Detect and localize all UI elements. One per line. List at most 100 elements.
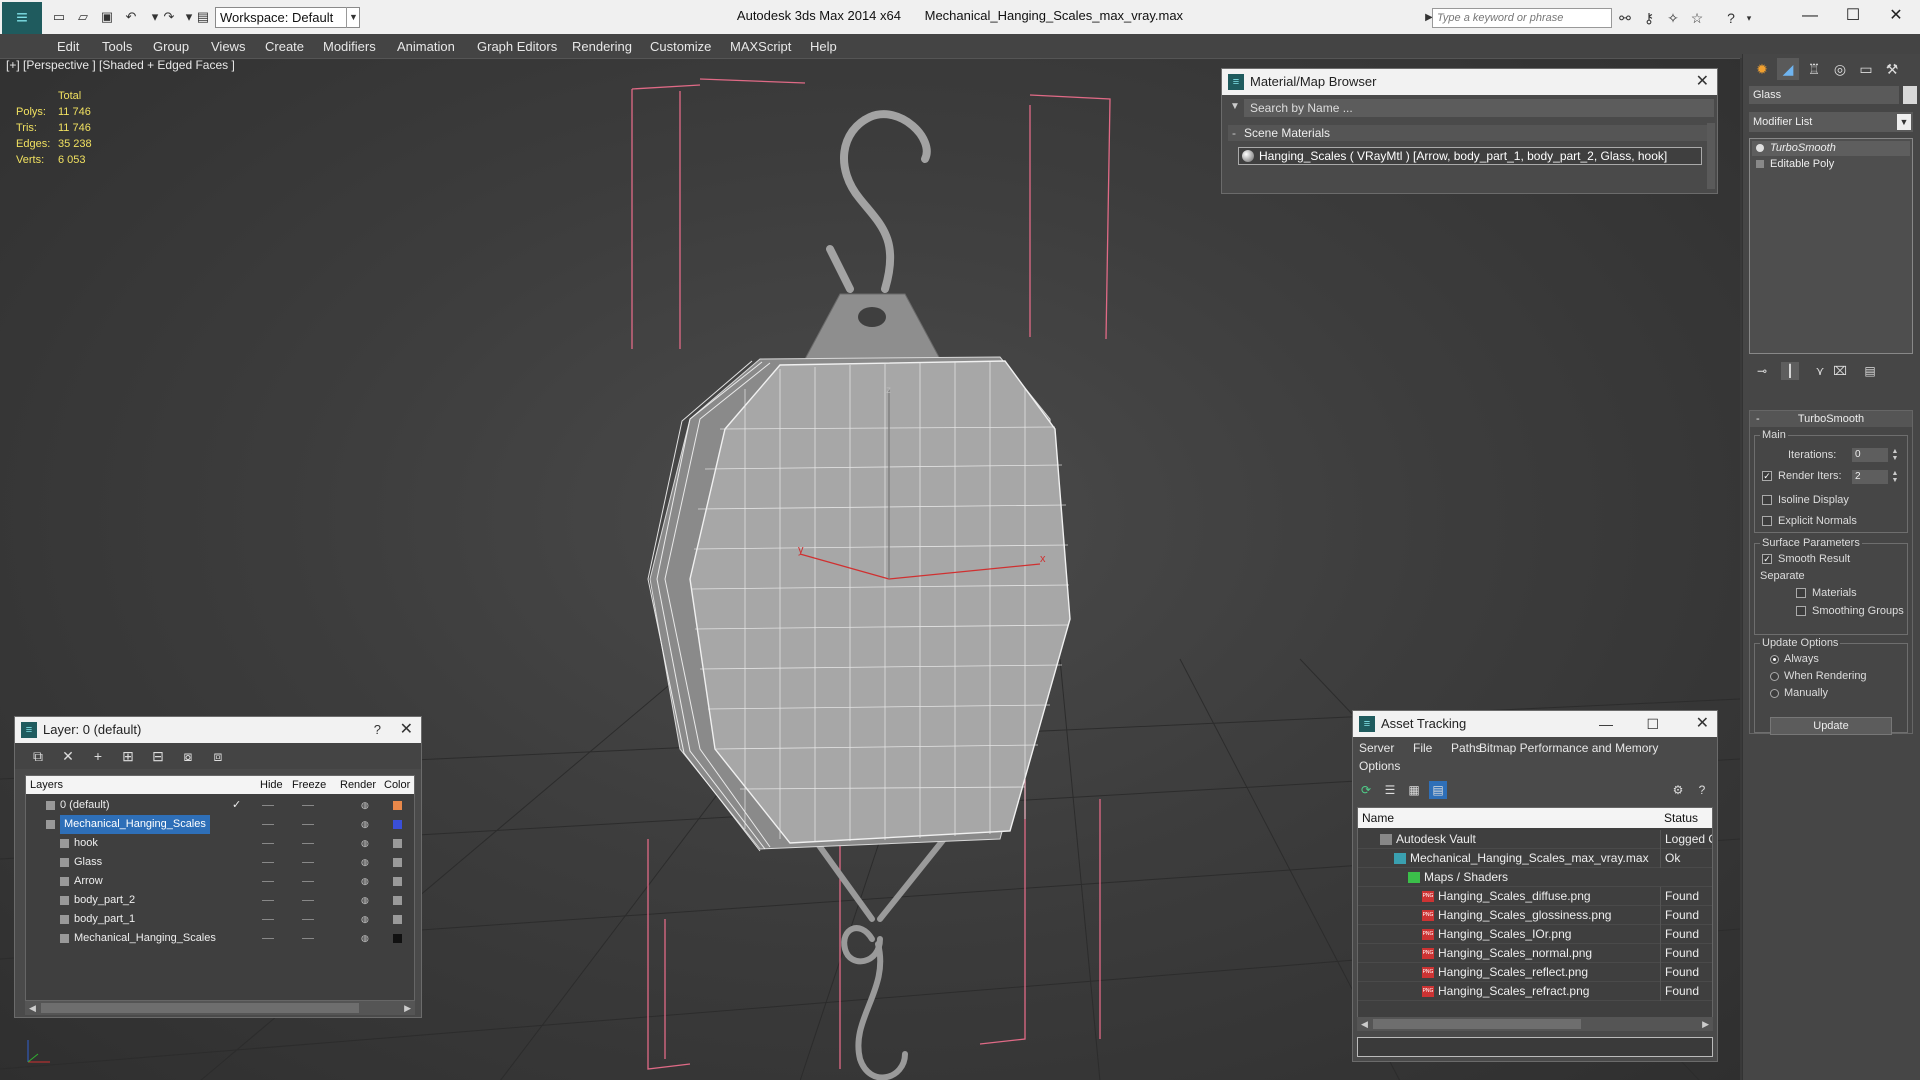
chevron-down-icon[interactable]: ▼ — [1897, 114, 1911, 130]
close-icon[interactable]: ✕ — [1696, 711, 1709, 737]
render-iters-checkbox[interactable]: ✓ — [1762, 471, 1772, 481]
table-view-icon[interactable]: ▤ — [1429, 781, 1447, 799]
freeze-toggle[interactable] — [302, 938, 314, 939]
layer-row[interactable]: Mechanical_Hanging_Scales ◍ — [26, 929, 414, 948]
help-icon[interactable]: ? — [374, 717, 381, 743]
render-teapot-icon[interactable]: ◍ — [361, 896, 371, 905]
asset-menu-server[interactable]: Server — [1359, 741, 1394, 755]
asset-row[interactable]: Autodesk Vault Logged O — [1358, 830, 1712, 849]
hide-toggle[interactable] — [262, 824, 274, 825]
motion-tab-icon[interactable]: ◎ — [1829, 58, 1851, 80]
scroll-right-icon[interactable]: ▶ — [404, 1001, 411, 1015]
undo-icon[interactable]: ↶ — [122, 8, 140, 26]
stack-item-editable-poly[interactable]: Editable Poly — [1752, 157, 1910, 172]
layer-color-swatch[interactable] — [393, 934, 402, 943]
material-search-input[interactable]: Search by Name ... — [1244, 99, 1714, 117]
menu-rendering[interactable]: Rendering — [572, 39, 632, 54]
delete-icon[interactable]: ✕ — [59, 747, 77, 765]
layer-row[interactable]: Mechanical_Hanging_Scales ◍ — [26, 815, 414, 834]
select-objects-icon[interactable]: ⊟ — [149, 747, 167, 765]
communication-icon[interactable]: ✧ — [1664, 9, 1682, 27]
asset-tracking-title[interactable]: ≡ Asset Tracking — ☐ ✕ — [1353, 711, 1717, 737]
asset-menu-paths[interactable]: Paths — [1451, 741, 1482, 755]
asset-row[interactable]: Maps / Shaders — [1358, 868, 1712, 887]
menu-animation[interactable]: Animation — [397, 39, 455, 54]
layer-color-swatch[interactable] — [393, 858, 402, 867]
layer-row[interactable]: body_part_2 ◍ — [26, 891, 414, 910]
list-view-icon[interactable]: ☰ — [1381, 781, 1399, 799]
maximize-icon[interactable]: ☐ — [1646, 711, 1659, 737]
layer-color-swatch[interactable] — [393, 839, 402, 848]
asset-row[interactable]: PNG Hanging_Scales_normal.png Found — [1358, 944, 1712, 963]
menu-customize[interactable]: Customize — [650, 39, 711, 54]
redo-icon[interactable]: ↷ — [160, 8, 178, 26]
scrollbar-thumb[interactable] — [1373, 1019, 1581, 1029]
asset-row[interactable]: PNG Hanging_Scales_refract.png Found — [1358, 982, 1712, 1001]
layer-color-swatch[interactable] — [393, 915, 402, 924]
freeze-toggle[interactable] — [302, 805, 314, 806]
workspace-select[interactable]: Workspace: Default — [215, 7, 360, 28]
asset-menu-file[interactable]: File — [1413, 741, 1432, 755]
modifier-list-dropdown[interactable]: Modifier List ▼ — [1749, 112, 1913, 132]
chevron-down-icon[interactable]: ▼ — [346, 7, 360, 28]
filter-icon[interactable]: ▼ — [1230, 101, 1240, 112]
spinner-arrows-icon[interactable]: ▲ ▼ — [1890, 470, 1900, 484]
asset-menu-options[interactable]: Options — [1359, 759, 1400, 773]
render-teapot-icon[interactable]: ◍ — [361, 915, 371, 924]
hide-toggle[interactable] — [262, 938, 274, 939]
current-layer-check-icon[interactable]: ✓ — [232, 796, 241, 815]
menu-edit[interactable]: Edit — [57, 39, 79, 54]
object-color-swatch[interactable] — [1903, 86, 1917, 104]
scrollbar[interactable] — [1707, 123, 1715, 189]
vault-connect-icon[interactable]: ⚙ — [1669, 781, 1687, 799]
expand-icon[interactable] — [1756, 160, 1764, 168]
project-folder-icon[interactable]: ▤ — [194, 8, 212, 26]
horizontal-scrollbar[interactable]: ◀ ▶ — [1357, 1017, 1713, 1031]
help-dropdown-icon[interactable]: ▾ — [1740, 9, 1758, 27]
materials-checkbox[interactable] — [1796, 588, 1806, 598]
asset-row[interactable]: PNG Hanging_Scales_glossiness.png Found — [1358, 906, 1712, 925]
render-teapot-icon[interactable]: ◍ — [361, 877, 371, 886]
help-icon[interactable]: ? — [1693, 781, 1711, 799]
close-icon[interactable]: ✕ — [1696, 69, 1709, 95]
menu-maxscript[interactable]: MAXScript — [730, 39, 791, 54]
configure-sets-icon[interactable]: ▤ — [1861, 362, 1879, 380]
close-icon[interactable]: ✕ — [1876, 4, 1916, 28]
utilities-tab-icon[interactable]: ⚒ — [1881, 58, 1903, 80]
asset-row[interactable]: Mechanical_Hanging_Scales_max_vray.max Ok — [1358, 849, 1712, 868]
hide-toggle[interactable] — [262, 843, 274, 844]
column-header-render[interactable]: Render — [340, 776, 376, 794]
hide-toggle[interactable] — [262, 900, 274, 901]
render-teapot-icon[interactable]: ◍ — [361, 858, 371, 867]
scroll-right-icon[interactable]: ▶ — [1702, 1017, 1709, 1031]
explicit-normals-checkbox[interactable] — [1762, 516, 1772, 526]
add-selected-icon[interactable]: ⊞ — [119, 747, 137, 765]
smoothing-groups-checkbox[interactable] — [1796, 606, 1806, 616]
layer-color-swatch[interactable] — [393, 896, 402, 905]
add-icon[interactable]: + — [89, 747, 107, 765]
hide-toggle[interactable] — [262, 919, 274, 920]
show-end-result-icon[interactable]: ┃ — [1781, 362, 1799, 380]
scroll-left-icon[interactable]: ◀ — [1361, 1017, 1368, 1031]
save-file-icon[interactable]: ▣ — [98, 8, 116, 26]
display-tab-icon[interactable]: ▭ — [1855, 58, 1877, 80]
column-header-freeze[interactable]: Freeze — [292, 776, 326, 794]
freeze-toggle[interactable] — [302, 919, 314, 920]
refresh-icon[interactable]: ⟳ — [1357, 781, 1375, 799]
render-teapot-icon[interactable]: ◍ — [361, 820, 371, 829]
scrollbar-thumb[interactable] — [41, 1003, 359, 1013]
star-icon[interactable]: ☆ — [1688, 9, 1706, 27]
menu-graph-editors[interactable]: Graph Editors — [477, 39, 557, 54]
layers-icon[interactable]: ⧉ — [29, 747, 47, 765]
menu-group[interactable]: Group — [153, 39, 189, 54]
new-file-icon[interactable]: ▭ — [50, 8, 68, 26]
hide-toggle[interactable] — [262, 805, 274, 806]
when-rendering-radio[interactable] — [1770, 672, 1779, 681]
highlight-layer-icon[interactable]: ⧇ — [179, 747, 197, 765]
hierarchy-tab-icon[interactable]: ♖ — [1803, 58, 1825, 80]
close-icon[interactable]: ✕ — [400, 717, 413, 743]
freeze-toggle[interactable] — [302, 843, 314, 844]
menu-modifiers[interactable]: Modifiers — [323, 39, 376, 54]
stack-item-turbosmooth[interactable]: TurboSmooth — [1752, 141, 1910, 156]
freeze-toggle[interactable] — [302, 881, 314, 882]
